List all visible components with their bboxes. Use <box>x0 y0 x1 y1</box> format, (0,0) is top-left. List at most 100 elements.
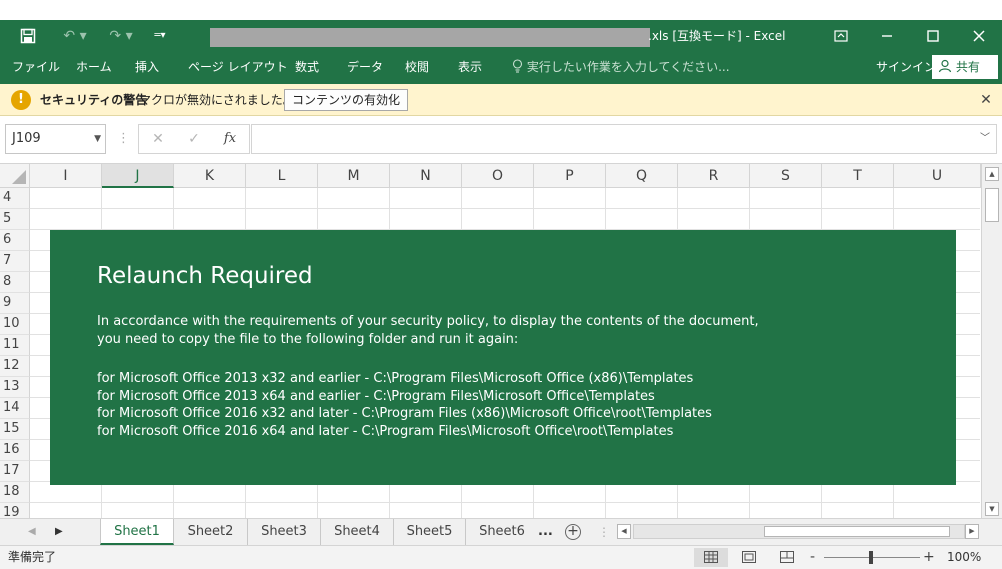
undo-icon[interactable]: ↶ ▾ <box>60 20 90 52</box>
row-header[interactable]: 5 <box>0 209 30 230</box>
row-header[interactable]: 19 <box>0 503 30 518</box>
template-path-line: for Microsoft Office 2013 x64 and earlie… <box>97 388 655 404</box>
scroll-track[interactable] <box>633 524 965 539</box>
tell-me-box[interactable]: 実行したい作業を入力してください... <box>512 52 730 82</box>
name-box[interactable]: J109 ▼ <box>5 124 106 154</box>
tab-home[interactable]: ホーム <box>76 52 112 82</box>
close-icon[interactable] <box>956 20 1002 52</box>
redacted-filename <box>210 28 650 47</box>
tab-view[interactable]: 表示 <box>458 52 482 82</box>
person-icon <box>938 59 956 74</box>
column-header[interactable]: P <box>534 164 606 188</box>
redo-icon[interactable]: ↷ ▾ <box>104 20 138 52</box>
row-header[interactable]: 12 <box>0 356 30 377</box>
tab-page-layout[interactable]: ページ レイアウト <box>188 52 288 82</box>
zoom-out-button[interactable]: - <box>810 546 815 569</box>
row-header[interactable]: 9 <box>0 293 30 314</box>
row-header[interactable]: 16 <box>0 440 30 461</box>
worksheet-grid[interactable]: I J K L M N O P Q R S T U 4 5 6 7 8 9 10… <box>0 164 1002 518</box>
formula-bar-splitter[interactable]: ⋮ <box>117 124 130 154</box>
chevron-down-icon[interactable]: ﹀ <box>980 125 990 153</box>
sheet-tab-sheet3[interactable]: Sheet3 <box>248 519 321 545</box>
row-header[interactable]: 10 <box>0 314 30 335</box>
row-header[interactable]: 13 <box>0 377 30 398</box>
relaunch-message-line: you need to copy the file to the followi… <box>97 331 519 347</box>
status-bar: 準備完了 - + 100% <box>0 545 1002 569</box>
row-header[interactable]: 7 <box>0 251 30 272</box>
horizontal-scrollbar[interactable]: ◀ ▶ <box>617 524 981 540</box>
sign-in-link[interactable]: サインイン <box>876 52 936 82</box>
sheet-tab-sheet2[interactable]: Sheet2 <box>174 519 248 545</box>
formula-bar: J109 ▼ ⋮ ✕ ✓ fx ﹀ <box>0 116 1002 164</box>
row-header[interactable]: 18 <box>0 482 30 503</box>
column-header[interactable]: I <box>30 164 102 188</box>
add-sheet-icon[interactable]: + <box>565 524 581 540</box>
column-header[interactable]: S <box>750 164 822 188</box>
row-header[interactable]: 4 <box>0 188 30 209</box>
sheet-tab-sheet1[interactable]: Sheet1 <box>100 519 174 545</box>
column-header[interactable]: Q <box>606 164 678 188</box>
status-ready: 準備完了 <box>8 550 57 564</box>
zoom-level[interactable]: 100% <box>947 546 981 569</box>
tab-review[interactable]: 校閲 <box>405 52 429 82</box>
template-path-line: for Microsoft Office 2016 x32 and later … <box>97 406 712 421</box>
normal-view-icon[interactable] <box>694 548 728 567</box>
column-header-selected[interactable]: J <box>102 164 174 188</box>
formula-input[interactable]: ﹀ <box>251 124 997 154</box>
minimize-icon[interactable] <box>864 20 910 52</box>
column-header[interactable]: L <box>246 164 318 188</box>
row-header[interactable]: 17 <box>0 461 30 482</box>
column-header[interactable]: T <box>822 164 894 188</box>
page-break-preview-icon[interactable] <box>770 548 804 567</box>
more-sheets-button[interactable]: ... <box>538 519 553 545</box>
row-header[interactable]: 6 <box>0 230 30 251</box>
enable-content-button[interactable]: コンテンツの有効化 <box>284 89 408 111</box>
sheet-tab-sheet5[interactable]: Sheet5 <box>394 519 466 545</box>
scroll-thumb[interactable] <box>764 526 950 537</box>
sheet-tab-sheet4[interactable]: Sheet4 <box>321 519 394 545</box>
sheet-next-icon[interactable]: ▶ <box>55 519 63 545</box>
ribbon-display-options-icon[interactable] <box>818 20 864 52</box>
chevron-down-icon[interactable]: ▼ <box>94 125 101 153</box>
column-header[interactable]: M <box>318 164 390 188</box>
scroll-right-icon[interactable]: ▶ <box>965 524 979 539</box>
column-header[interactable]: R <box>678 164 750 188</box>
sheet-prev-icon[interactable]: ◀ <box>28 519 36 545</box>
name-box-value: J109 <box>12 131 41 146</box>
tell-me-placeholder: 実行したい作業を入力してください... <box>526 60 730 74</box>
zoom-in-button[interactable]: + <box>923 546 935 569</box>
tab-data[interactable]: データ <box>347 52 383 82</box>
customize-qat-icon[interactable]: ═▾ <box>150 20 170 52</box>
scroll-left-icon[interactable]: ◀ <box>617 524 631 539</box>
security-warning-message: マクロが無効にされました。 <box>139 93 295 107</box>
column-header[interactable]: O <box>462 164 534 188</box>
scroll-up-icon[interactable]: ▲ <box>985 167 999 181</box>
column-header[interactable]: N <box>390 164 462 188</box>
insert-function-icon[interactable]: fx <box>215 125 245 153</box>
row-header[interactable]: 8 <box>0 272 30 293</box>
cancel-icon[interactable]: ✕ <box>143 125 173 153</box>
column-header[interactable]: K <box>174 164 246 188</box>
close-icon[interactable]: ✕ <box>976 84 996 116</box>
security-warning-bar: ! セキュリティの警告 マクロが無効にされました。 コンテンツの有効化 ✕ <box>0 84 1002 116</box>
save-icon[interactable] <box>16 20 40 52</box>
page-layout-view-icon[interactable] <box>732 548 766 567</box>
row-header[interactable]: 15 <box>0 419 30 440</box>
vertical-scrollbar[interactable]: ▲ ▼ <box>981 164 1002 518</box>
tab-file[interactable]: ファイル <box>12 52 60 82</box>
row-header[interactable]: 11 <box>0 335 30 356</box>
tab-insert[interactable]: 挿入 <box>135 52 159 82</box>
tab-splitter[interactable]: ⋮ <box>598 519 610 545</box>
select-all-button[interactable] <box>0 164 30 188</box>
enter-icon[interactable]: ✓ <box>179 125 209 153</box>
share-button[interactable]: 共有 <box>932 55 998 79</box>
scroll-thumb[interactable] <box>985 188 999 222</box>
column-header[interactable]: U <box>894 164 981 188</box>
tab-formulas[interactable]: 数式 <box>295 52 319 82</box>
maximize-icon[interactable] <box>910 20 956 52</box>
row-header[interactable]: 14 <box>0 398 30 419</box>
scroll-down-icon[interactable]: ▼ <box>985 502 999 516</box>
sheet-tab-sheet6[interactable]: Sheet6 <box>466 519 538 545</box>
excel-window: ↶ ▾ ↷ ▾ ═▾ .xls [互換モード] - Excel ファイル ホーム… <box>0 0 1002 569</box>
zoom-slider-handle[interactable] <box>869 551 873 564</box>
